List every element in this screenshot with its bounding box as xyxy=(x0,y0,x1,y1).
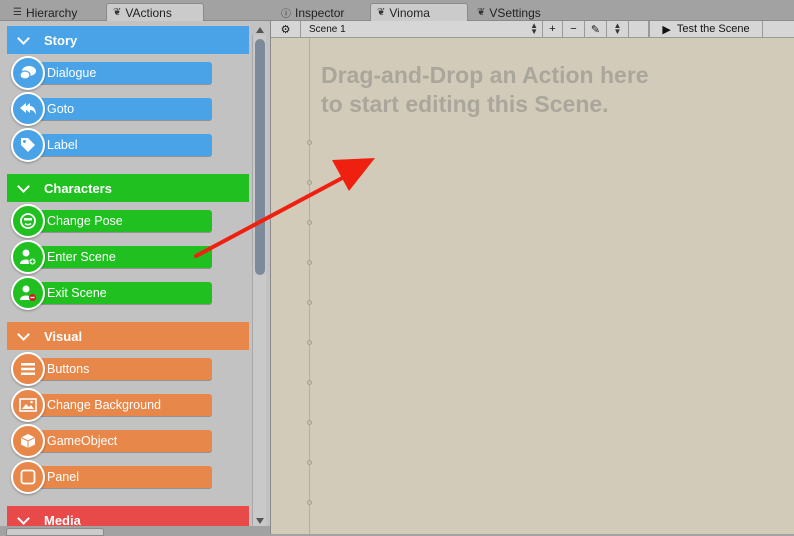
pencil-icon: ✎ xyxy=(590,23,601,36)
action-label: Dialogue xyxy=(47,66,97,80)
scrollbar-thumb[interactable] xyxy=(255,39,265,275)
timeline-node xyxy=(307,460,312,465)
category-label: Media xyxy=(44,512,81,527)
add-user-icon xyxy=(11,240,45,274)
tab-label: VSettings xyxy=(489,5,541,20)
spacer xyxy=(629,20,649,38)
menu-bars-icon xyxy=(11,352,45,386)
scene-select[interactable]: Scene 1 ▲ ▼ xyxy=(301,20,543,38)
timeline-node xyxy=(307,340,312,345)
scroll-up-arrow-icon[interactable] xyxy=(256,27,264,33)
scene-select-value: Scene 1 xyxy=(309,23,346,35)
timeline-node xyxy=(307,180,312,185)
chevron-down-icon xyxy=(17,31,30,45)
chevron-down-icon xyxy=(17,511,30,525)
reply-all-icon xyxy=(11,92,45,126)
timeline-node xyxy=(307,220,312,225)
add-scene-button[interactable]: + xyxy=(543,20,563,38)
action-label: Label xyxy=(47,138,78,152)
timeline-node xyxy=(307,300,312,305)
updown-arrows-icon: ▲ ▼ xyxy=(613,21,622,36)
timeline-node xyxy=(307,380,312,385)
speech-bubble-icon xyxy=(11,56,45,90)
action-goto[interactable]: Goto xyxy=(11,92,212,126)
action-dialogue[interactable]: Dialogue xyxy=(11,56,212,90)
updown-arrows-icon: ▲ ▼ xyxy=(530,21,538,36)
play-icon: ▶ xyxy=(662,23,671,36)
gear-icon: ⚙ xyxy=(280,23,291,36)
scene-settings-button[interactable]: ⚙ xyxy=(271,20,301,38)
left-tab-strip: ☰ Hierarchy ❦ VActions xyxy=(0,0,270,21)
chevron-down-icon xyxy=(17,327,30,341)
tab-vinoma[interactable]: ❦ Vinoma xyxy=(370,3,468,21)
tab-label: Hierarchy xyxy=(25,5,78,20)
chevron-down-icon xyxy=(17,179,30,193)
category-label: Visual xyxy=(44,328,83,344)
cube-icon xyxy=(11,424,45,458)
tab-project[interactable] xyxy=(6,528,104,536)
tab-label: VActions xyxy=(125,5,172,20)
empty-scene-hint: Drag-and-Drop an Action here to start ed… xyxy=(321,61,781,119)
tab-inspector[interactable]: ⓘ Inspector xyxy=(274,3,353,21)
bottom-tab-strip xyxy=(0,526,270,536)
test-scene-button[interactable]: ▶ Test the Scene xyxy=(649,20,763,38)
vertical-scrollbar[interactable] xyxy=(252,27,266,526)
right-tab-strip: ⓘ Inspector ❦ Vinoma ❦ VSettings xyxy=(270,0,794,21)
category-story[interactable]: Story xyxy=(7,26,249,54)
action-gameobject[interactable]: GameObject xyxy=(11,424,212,458)
tab-hierarchy[interactable]: ☰ Hierarchy xyxy=(6,3,86,21)
square-icon xyxy=(11,460,45,494)
timeline-node xyxy=(307,500,312,505)
vinoma-scene-editor[interactable]: ⚙ Scene 1 ▲▼ + − ✎ ▲▼ ▶ Test the Scene xyxy=(270,20,794,534)
action-label: Enter Scene xyxy=(47,250,116,264)
category-media[interactable]: Media xyxy=(7,506,249,526)
smiley-icon xyxy=(11,204,45,238)
action-buttons[interactable]: Buttons xyxy=(11,352,212,386)
action-panel[interactable]: Panel xyxy=(11,460,212,494)
action-label: Exit Scene xyxy=(47,286,107,300)
scene-toolbar: ⚙ Scene 1 ▲ ▼ + − ✎ ▲ ▼ ▶ Test the Scene xyxy=(271,20,794,38)
remove-scene-button[interactable]: − xyxy=(563,20,585,38)
category-visual[interactable]: Visual xyxy=(7,322,249,350)
action-label: GameObject xyxy=(47,434,118,448)
tab-vactions[interactable]: ❦ VActions xyxy=(106,3,204,21)
vinoma-logo-icon: ❦ xyxy=(377,7,386,18)
tab-vsettings[interactable]: ❦ VSettings xyxy=(470,3,550,21)
action-label: Panel xyxy=(47,470,79,484)
action-change-background[interactable]: Change Background xyxy=(11,388,212,422)
category-label: Story xyxy=(44,32,78,48)
category-label: Characters xyxy=(44,180,112,196)
action-enter-scene[interactable]: Enter Scene xyxy=(11,240,212,274)
image-icon xyxy=(11,388,45,422)
vactions-panel: Story Dialogue Goto Label Characters Cha… xyxy=(0,21,270,526)
category-characters[interactable]: Characters xyxy=(7,174,249,202)
action-label: Goto xyxy=(47,102,75,116)
tab-label: Inspector xyxy=(295,5,345,20)
timeline-node xyxy=(307,260,312,265)
list-icon: ☰ xyxy=(13,7,22,18)
action-change-pose[interactable]: Change Pose xyxy=(11,204,212,238)
remove-user-icon xyxy=(11,276,45,310)
action-label: Change Background xyxy=(47,398,161,412)
hint-line: Drag-and-Drop an Action here xyxy=(321,62,649,88)
tag-icon xyxy=(11,128,45,162)
action-label: Change Pose xyxy=(47,214,123,228)
tab-label: Vinoma xyxy=(389,5,430,20)
action-exit-scene[interactable]: Exit Scene xyxy=(11,276,212,310)
vinoma-logo-icon: ❦ xyxy=(113,7,122,18)
timeline-node xyxy=(307,420,312,425)
rename-scene-button[interactable]: ✎ xyxy=(585,20,607,38)
hint-line: to start editing this Scene. xyxy=(321,91,609,117)
reorder-scene-button[interactable]: ▲ ▼ xyxy=(607,20,629,38)
timeline-node xyxy=(307,140,312,145)
vinoma-logo-icon: ❦ xyxy=(477,7,486,18)
action-label-tag[interactable]: Label xyxy=(11,128,212,162)
info-icon: ⓘ xyxy=(281,9,291,20)
action-label: Buttons xyxy=(47,362,90,376)
scroll-down-arrow-icon[interactable] xyxy=(256,518,264,524)
